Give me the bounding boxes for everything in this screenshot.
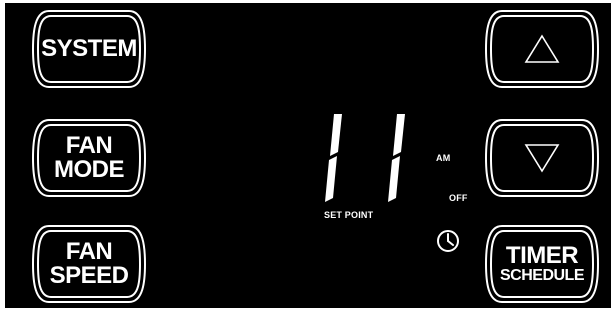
am-indicator: AM: [436, 153, 451, 163]
off-indicator: OFF: [449, 193, 468, 203]
fan-mode-label-line1: FAN: [65, 132, 113, 159]
setpoint-digit-2: [388, 114, 405, 202]
fan-mode-label-line2: MODE: [54, 156, 125, 183]
setpoint-label: SET POINT: [324, 210, 374, 220]
down-button[interactable]: [484, 118, 600, 198]
setpoint-display: [325, 114, 405, 202]
clock-icon: [437, 230, 459, 252]
fan-speed-button[interactable]: FAN SPEED: [31, 224, 147, 304]
fan-speed-label-line1: FAN: [65, 238, 113, 265]
fan-mode-button-label: FAN MODE: [31, 118, 147, 198]
setpoint-digit-1: [325, 114, 342, 202]
fan-mode-button[interactable]: FAN MODE: [31, 118, 147, 198]
down-triangle-icon: [524, 144, 560, 173]
timer-schedule-button[interactable]: TIMER SCHEDULE: [484, 224, 600, 304]
thermostat-panel: SYSTEM FAN MODE FAN SPEED TIMER SCHEDULE…: [0, 0, 615, 310]
schedule-label: SCHEDULE: [499, 267, 585, 284]
fan-speed-label-line2: SPEED: [49, 262, 129, 289]
timer-schedule-button-label: TIMER SCHEDULE: [484, 224, 600, 304]
up-button[interactable]: [484, 9, 600, 89]
up-triangle-icon: [524, 34, 560, 63]
fan-speed-button-label: FAN SPEED: [31, 224, 147, 304]
timer-label: TIMER: [505, 242, 579, 269]
system-button[interactable]: SYSTEM: [31, 9, 147, 89]
system-button-label: SYSTEM: [31, 9, 147, 89]
system-label: SYSTEM: [41, 35, 137, 62]
